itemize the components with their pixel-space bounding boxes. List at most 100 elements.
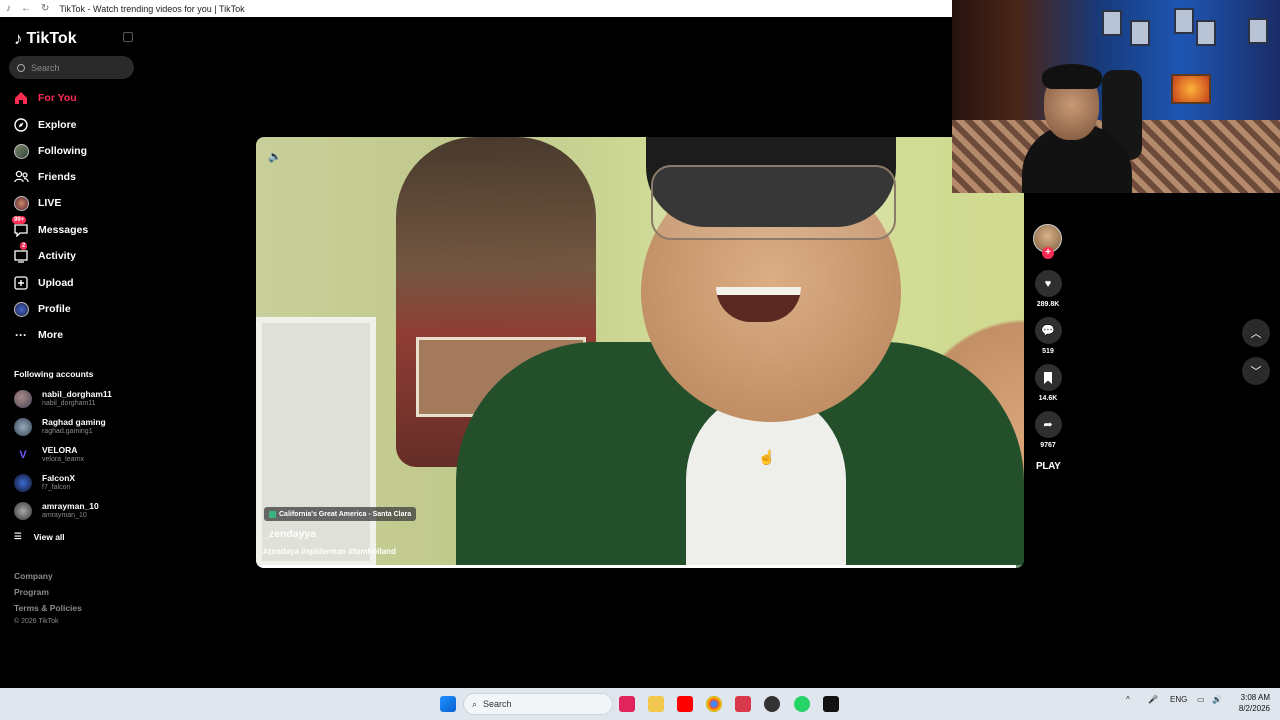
nav-label: Friends xyxy=(38,171,76,183)
chrome-icon[interactable] xyxy=(706,696,722,712)
list-icon: ☰ xyxy=(14,531,22,541)
nav-explore[interactable]: Explore xyxy=(0,114,150,136)
play-music-badge[interactable]: PLAY xyxy=(1036,461,1061,472)
account-avatar xyxy=(14,502,32,520)
taskbar-clock[interactable]: 3:08 AM 8/2/2026 xyxy=(1226,692,1270,714)
clock-date: 8/2/2026 xyxy=(1238,704,1270,713)
account-handle: f7_falcon xyxy=(42,484,71,491)
follow-plus-button[interactable]: + xyxy=(1042,247,1054,259)
taskbar-search[interactable]: ⌕ Search xyxy=(463,693,613,715)
view-all-link[interactable]: ☰ View all xyxy=(14,531,65,542)
tiktok-app-icon[interactable] xyxy=(823,696,839,712)
view-all-label: View all xyxy=(33,531,65,542)
webcam-wall-frame xyxy=(1248,18,1268,44)
save-count: 14.6K xyxy=(1038,395,1058,402)
following-accounts-title: Following accounts xyxy=(14,369,94,379)
more-icon: ··· xyxy=(15,328,27,342)
microphone-icon[interactable]: 🎤 xyxy=(1148,695,1158,704)
nav-upload[interactable]: Upload xyxy=(0,272,150,294)
nav-label: Upload xyxy=(38,277,74,289)
video-hashtags[interactable]: #zendaya #spiderman #tomholland xyxy=(263,547,396,556)
search-icon xyxy=(17,63,25,72)
nav-label: Messages xyxy=(38,224,89,236)
compass-icon xyxy=(13,117,29,133)
nav-more[interactable]: ··· More xyxy=(0,324,150,346)
chevron-up-icon: ︿ xyxy=(1250,328,1262,340)
following-account-item[interactable]: nabil_dorgham11 nabil_dorgham11 xyxy=(14,387,144,411)
search-input[interactable]: Search xyxy=(9,56,134,79)
following-account-item[interactable]: Raghad gaming raghad.gaming1 xyxy=(14,415,144,439)
following-account-item[interactable]: V VELORA velora_teamx xyxy=(14,443,144,467)
like-count: 289.8K xyxy=(1036,301,1060,308)
nav-live[interactable]: LIVE xyxy=(0,192,150,214)
location-tag[interactable]: California's Great America - Santa Clara xyxy=(264,507,417,521)
location-pin-icon xyxy=(269,510,276,518)
nav-activity[interactable]: 2 Activity xyxy=(0,242,150,267)
video-username[interactable]: _zendayya xyxy=(263,528,316,540)
volume-icon[interactable]: 🔈 xyxy=(268,150,282,163)
webcam-wall-frame xyxy=(1130,20,1150,46)
video-progress-fill xyxy=(256,565,1017,568)
network-icon[interactable]: ▭ xyxy=(1197,695,1205,704)
home-icon xyxy=(13,90,29,106)
video-player[interactable]: 🔈 California's Great America - Santa Cla… xyxy=(256,137,1024,568)
nav-label: Explore xyxy=(38,119,77,131)
windows-start-icon[interactable] xyxy=(440,696,456,712)
file-explorer-icon[interactable] xyxy=(648,696,664,712)
whatsapp-icon[interactable] xyxy=(794,696,810,712)
reload-icon[interactable]: ↻ xyxy=(41,3,49,14)
nav-messages[interactable]: 99+ Messages xyxy=(0,216,150,241)
tiktok-favicon-icon: ♪ xyxy=(6,3,11,14)
like-action[interactable]: ♥ 289.8K xyxy=(1033,270,1063,308)
account-avatar xyxy=(14,390,32,408)
following-account-item[interactable]: FalconX f7_falcon xyxy=(14,471,144,495)
tiktok-note-icon: ♪ xyxy=(14,29,23,48)
account-handle: amrayman_10 xyxy=(42,512,87,519)
share-count: 9767 xyxy=(1040,442,1056,449)
footer-company-link[interactable]: Company xyxy=(14,571,53,581)
heart-icon: ♥ xyxy=(1034,270,1062,297)
nav-profile[interactable]: Profile xyxy=(0,298,150,320)
webcam-wall-frame xyxy=(1196,20,1216,46)
app-icon[interactable] xyxy=(619,696,635,712)
nav-following[interactable]: Following xyxy=(0,140,150,162)
tiktok-logo[interactable]: ♪ TikTok xyxy=(14,29,77,49)
next-video-button[interactable]: ﹀ xyxy=(1242,357,1270,385)
account-name: Raghad gaming xyxy=(42,417,106,427)
tray-chevron-icon[interactable]: ^ xyxy=(1126,695,1130,704)
nav-for-you[interactable]: For You xyxy=(0,87,150,109)
collapse-sidebar-icon[interactable] xyxy=(123,32,133,42)
webcam-person-hair xyxy=(1042,64,1102,89)
tab-title: TikTok - Watch trending videos for you |… xyxy=(59,3,245,14)
youtube-icon[interactable] xyxy=(677,696,693,712)
following-avatar-icon xyxy=(13,143,29,159)
language-indicator[interactable]: ENG xyxy=(1170,695,1187,704)
app-icon[interactable] xyxy=(735,696,751,712)
share-action[interactable]: ➦ 9767 xyxy=(1033,411,1063,449)
logo-text: TikTok xyxy=(26,30,77,47)
following-account-item[interactable]: amrayman_10 amrayman_10 xyxy=(14,499,144,523)
comment-icon: 💬 xyxy=(1034,317,1062,344)
account-handle: raghad.gaming1 xyxy=(42,428,93,435)
chevron-down-icon: ﹀ xyxy=(1250,366,1262,378)
save-action[interactable]: 14.6K xyxy=(1033,364,1063,402)
comment-action[interactable]: 💬 519 xyxy=(1033,317,1063,355)
speaker-icon[interactable]: 🔊 xyxy=(1212,695,1222,704)
browser-tab-bar: ♪ ← ↻ TikTok - Watch trending videos for… xyxy=(0,0,952,17)
previous-video-button[interactable]: ︿ xyxy=(1242,319,1270,347)
back-arrow-icon[interactable]: ← xyxy=(21,3,31,14)
app-icon[interactable] xyxy=(764,696,780,712)
nav-label: More xyxy=(38,329,64,341)
messages-icon: 99+ xyxy=(12,216,29,238)
taskbar: ⌕ Search ^ 🎤 ENG ▭ 🔊 3:08 AM 8/2/2026 xyxy=(0,688,1280,720)
footer-program-link[interactable]: Program xyxy=(14,587,49,597)
bookmark-icon xyxy=(1034,364,1062,391)
account-handle: velora_teamx xyxy=(42,456,85,463)
footer-terms-link[interactable]: Terms & Policies xyxy=(14,603,82,613)
webcam-overlay xyxy=(952,0,1280,193)
copyright: © 2026 TikTok xyxy=(14,618,59,625)
hand-cursor-icon: ☝ xyxy=(758,449,776,465)
video-progress-bar[interactable] xyxy=(256,565,1024,568)
nav-friends[interactable]: Friends xyxy=(0,166,150,188)
account-name: VELORA xyxy=(42,445,78,455)
